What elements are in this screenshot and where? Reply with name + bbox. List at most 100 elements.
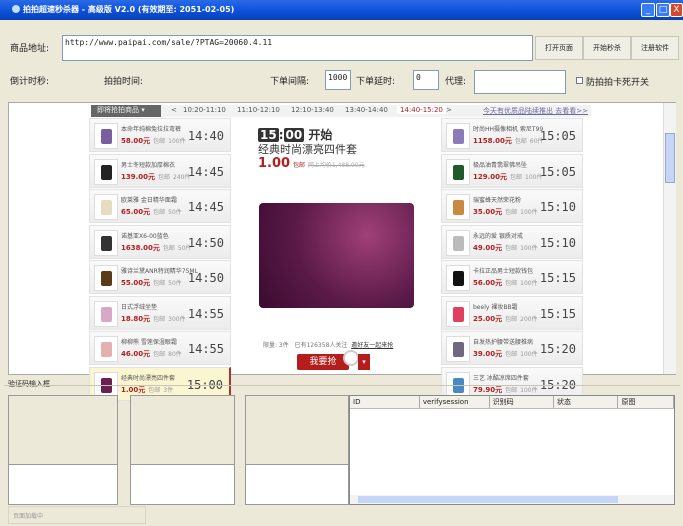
product-time: 14:55 — [187, 342, 224, 356]
featured-ship: 包邮 — [292, 162, 305, 169]
product-item[interactable]: 自发热护腰带送腰椎病 39.00元 包邮 100件 15:20 — [441, 331, 583, 365]
product-name: 三艺 冰酷凉席四件套 — [473, 374, 529, 382]
anti-freeze-checkbox[interactable] — [576, 77, 583, 84]
column-header[interactable]: 原图 — [617, 396, 674, 409]
product-ship: 包邮 — [162, 244, 175, 252]
product-time: 14:50 — [187, 271, 224, 285]
product-ship: 包邮 — [153, 351, 166, 358]
featured-ref-price: 网上均价1,488.00元 — [307, 162, 365, 169]
scroll-thumb[interactable] — [665, 133, 675, 183]
product-item[interactable]: 雅诗兰黛ANR特润精华75ML 55.00元 包邮 50件 14:50 — [89, 260, 231, 294]
product-thumbnail — [94, 229, 118, 256]
product-item[interactable]: 男士冬短款加厚棉衣 139.00元 包邮 240件 14:45 — [89, 153, 231, 188]
proxy-input[interactable] — [474, 70, 566, 94]
product-item[interactable]: 极品油青翡翠佛吊坠 129.00元 包邮 100件 15:05 — [441, 153, 583, 188]
alarm-clock-icon[interactable] — [343, 350, 359, 366]
product-name: 时尚HH摄像相机 索尼T99 — [473, 126, 544, 133]
product-time: 15:20 — [539, 342, 576, 356]
column-header[interactable]: verifysession — [419, 396, 490, 409]
product-price: 39.00元 — [473, 350, 503, 358]
product-item[interactable]: 卡拉正品男士短款钱包 56.00元 包邮 100件 15:15 — [441, 260, 583, 294]
group-divider — [4, 385, 680, 386]
product-qty: 80件 — [168, 351, 182, 358]
product-item[interactable]: 柳柳熊 雪莲保湿眼霜 46.00元 包邮 80件 14:55 — [89, 331, 231, 365]
product-time: 15:05 — [539, 164, 576, 179]
product-item[interactable]: beely 裸妆BB霜 25.00元 包邮 200件 15:15 — [441, 295, 583, 330]
product-ship: 包邮 — [153, 315, 166, 323]
featured-start: 开始 — [308, 128, 333, 142]
upcoming-dropdown[interactable]: 即将抢拍商品 ▾ — [91, 105, 161, 117]
promo-link[interactable]: 今天有优质品陆续推出 去看看>> — [483, 106, 588, 116]
product-ship: 包邮 — [153, 209, 166, 216]
invite-link[interactable]: 邀好友一起来抢 — [351, 342, 393, 349]
product-name: 自发热护腰带送腰椎病 — [473, 339, 534, 346]
product-thumbnail — [446, 123, 470, 149]
tab-next[interactable]: > — [446, 106, 452, 114]
time-tab-bar: 即将抢拍商品 ▾ < > 今天有优质品陆续推出 去看看>> 10:20-11:1… — [91, 105, 591, 117]
product-item[interactable]: 诺基亚X6-00蓝色 1638.00元 包邮 50件 14:50 — [89, 224, 231, 259]
product-qty: 100件 — [520, 351, 538, 358]
captcha-input-3[interactable] — [246, 464, 348, 504]
product-name: 经典时尚漂亮四件套 — [121, 374, 176, 382]
chevron-down-icon[interactable]: ▾ — [358, 354, 370, 370]
tab-time-slot[interactable]: 12:10-13:40 — [291, 106, 334, 114]
column-header[interactable]: 状态 — [553, 396, 619, 409]
url-label: 商品地址: — [10, 44, 50, 54]
product-qty: 100件 — [520, 209, 538, 216]
order-interval-input[interactable]: 1000 — [325, 70, 351, 90]
product-item[interactable]: 永远的爱 银质对戒 49.00元 包邮 100件 15:10 — [441, 224, 583, 259]
product-ship: 包邮 — [510, 173, 523, 181]
column-header[interactable]: ID — [350, 396, 420, 409]
order-delay-input[interactable]: 0 — [413, 70, 439, 90]
product-item[interactable]: 瑞蜜蜂天然荣花粉 35.00元 包邮 100件 15:10 — [441, 189, 583, 223]
status-bar: 页面加载中 — [8, 506, 146, 524]
grab-button[interactable]: 我要抢 — [297, 354, 349, 370]
maximize-button[interactable]: □ — [656, 3, 670, 17]
tab-time-slot[interactable]: 13:40-14:40 — [345, 106, 388, 114]
product-item[interactable]: 时尚HH摄像相机 索尼T99 1158.00元 包邮 60件 15:05 — [441, 118, 583, 152]
right-product-list: 时尚HH摄像相机 索尼T99 1158.00元 包邮 60件 15:05 极品油青翡翠佛吊… — [441, 118, 583, 402]
product-price: 139.00元 — [121, 172, 156, 181]
product-name: 雅诗兰黛ANR特润精华75ML — [121, 268, 198, 275]
product-price: 49.00元 — [473, 243, 503, 252]
open-page-button[interactable]: 打开页面 — [535, 36, 583, 60]
product-thumbnail — [94, 123, 118, 149]
featured-image-bedding[interactable] — [259, 203, 414, 308]
tab-prev[interactable]: < — [171, 106, 177, 114]
product-thumbnail — [446, 229, 470, 256]
captcha-panel-1 — [8, 395, 118, 505]
product-name: 男士冬短款加厚棉衣 — [121, 161, 176, 169]
captcha-input-2[interactable] — [131, 464, 234, 504]
register-button[interactable]: 注册软件 — [631, 36, 679, 60]
product-item[interactable]: 本命年纯棉兔拉拉弯裤 58.00元 包邮 100件 14:40 — [89, 118, 231, 152]
captcha-input-1[interactable] — [9, 464, 117, 504]
horizontal-scrollbar[interactable] — [350, 495, 674, 504]
minimize-button[interactable]: _ — [641, 3, 655, 17]
tab-time-slot[interactable]: 11:10-12:10 — [237, 106, 280, 114]
product-time: 15:05 — [539, 129, 576, 143]
close-button[interactable]: X — [670, 3, 683, 17]
product-ship: 包邮 — [505, 209, 518, 216]
product-ship: 包邮 — [153, 138, 166, 145]
tab-time-slot[interactable]: 14:40-15:20 — [397, 106, 446, 114]
tab-time-slot[interactable]: 10:20-11:10 — [183, 106, 226, 114]
product-name: 瑞蜜蜂天然荣花粉 — [473, 197, 522, 204]
product-time: 15:10 — [539, 235, 576, 250]
product-name: 日式浮绒坐垫 — [121, 303, 158, 311]
product-price: 56.00元 — [473, 279, 503, 287]
h-scroll-thumb[interactable] — [358, 496, 618, 503]
product-item[interactable]: 欧莱雅 金日精华面霜 65.00元 包邮 50件 14:45 — [89, 189, 231, 223]
product-ship: 包邮 — [153, 280, 166, 287]
window-title: 拍拍超速秒杀器 - 高级版 V2.0 (有效期至: 2051-02-05) — [23, 5, 235, 14]
url-input[interactable]: http://www.paipai.com/sale/?PTAG=20060.4… — [62, 35, 533, 61]
product-item[interactable]: 日式浮绒坐垫 18.80元 包邮 300件 14:55 — [89, 295, 231, 330]
vertical-scrollbar[interactable] — [663, 103, 676, 374]
product-name: 柳柳熊 雪莲保湿眼霜 — [121, 339, 177, 346]
featured-limit: 限量: 3件 — [263, 342, 289, 349]
start-seckill-button[interactable]: 开始秒杀 — [583, 36, 631, 60]
product-price: 46.00元 — [121, 350, 151, 358]
column-header[interactable]: 识别码 — [489, 396, 555, 409]
product-price: 129.00元 — [473, 172, 508, 181]
product-thumbnail — [446, 265, 470, 291]
product-qty: 3件 — [163, 386, 174, 394]
